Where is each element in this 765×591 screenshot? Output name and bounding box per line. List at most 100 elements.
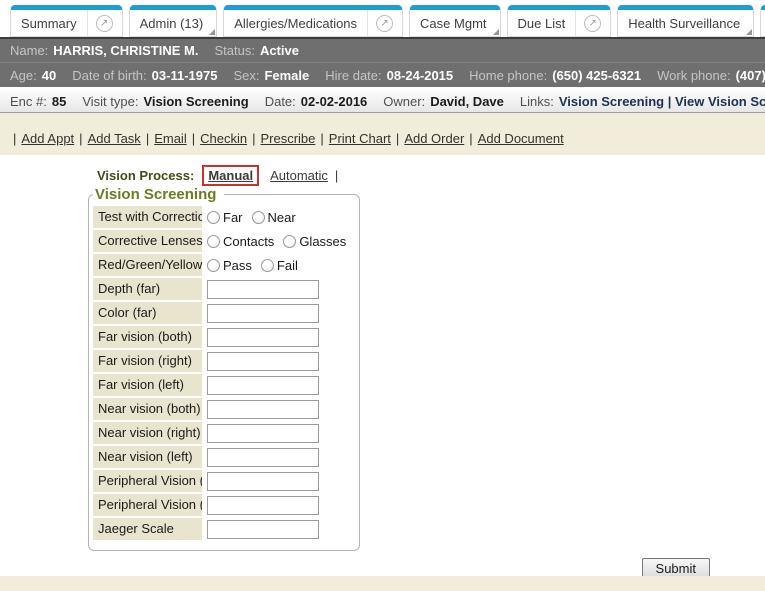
- radio-option[interactable]: Pass: [207, 258, 252, 273]
- radio-label: Pass: [223, 258, 252, 273]
- form-text-input[interactable]: [207, 376, 319, 395]
- field-value[interactable]: Vision Screening | View Vision Screening: [559, 94, 765, 109]
- form-text-input[interactable]: [207, 424, 319, 443]
- vision-screening-legend: Vision Screening: [93, 186, 224, 203]
- field-label: Name:: [10, 43, 48, 58]
- form-row-label: Far vision (left): [93, 374, 202, 396]
- field-value: 08-24-2015: [387, 68, 454, 83]
- action-link[interactable]: Add Document: [478, 131, 564, 146]
- action-link[interactable]: Add Task: [88, 131, 141, 146]
- radio-label: Fail: [277, 258, 298, 273]
- radio-option[interactable]: Far: [207, 210, 243, 225]
- form-text-input[interactable]: [207, 496, 319, 515]
- vision-form-rows: Test with Corrections Far Near Correctiv…: [93, 206, 355, 540]
- field-label: Enc #:: [10, 94, 47, 109]
- field-value: Female: [264, 68, 309, 83]
- form-row-label: Far vision (right): [93, 350, 202, 372]
- form-row: Peripheral Vision (R Degree): [93, 470, 355, 492]
- info-field: Hire date: 08-24-2015: [325, 68, 453, 83]
- tab[interactable]: Work Status ↗: [760, 5, 765, 37]
- vision-screening-fieldset: Vision Screening Test with Corrections F…: [88, 186, 360, 551]
- radio-option[interactable]: Fail: [261, 258, 298, 273]
- form-row: Near vision (right): [93, 422, 355, 444]
- info-field: Home phone: (650) 425-6321: [469, 68, 641, 83]
- vision-process-option[interactable]: Manual: [202, 165, 259, 186]
- form-row-control: [204, 350, 319, 372]
- action-link[interactable]: Prescribe: [260, 131, 315, 146]
- form-text-input[interactable]: [207, 448, 319, 467]
- form-row-control: [204, 278, 319, 300]
- tab-label: Case Mgmt: [420, 16, 490, 31]
- action-link-item: | Add Appt: [8, 131, 74, 146]
- link-separator: |: [252, 131, 255, 146]
- external-link-icon[interactable]: ↗: [87, 10, 113, 36]
- tab-label: Due List: [518, 16, 570, 31]
- radio-button-icon[interactable]: [283, 235, 296, 248]
- form-row-control: [204, 446, 319, 468]
- field-label: Owner:: [383, 94, 425, 109]
- action-link[interactable]: Print Chart: [329, 131, 391, 146]
- radio-button-icon[interactable]: [207, 259, 220, 272]
- form-text-input[interactable]: [207, 400, 319, 419]
- action-link[interactable]: Checkin: [200, 131, 247, 146]
- form-row: Near vision (left): [93, 446, 355, 468]
- tab-label: Admin (13): [140, 16, 208, 31]
- tab[interactable]: Due List ↗: [507, 5, 612, 37]
- form-row-label: Depth (far): [93, 278, 202, 300]
- link-separator: |: [396, 131, 399, 146]
- info-field: Date of birth: 03-11-1975: [72, 68, 217, 83]
- radio-option[interactable]: Glasses: [283, 234, 346, 249]
- form-row: Depth (far): [93, 278, 355, 300]
- form-text-input[interactable]: [207, 352, 319, 371]
- tab-label: Allergies/Medications: [234, 16, 361, 31]
- info-field: Links: Vision Screening | View Vision Sc…: [520, 94, 765, 109]
- external-link-icon[interactable]: ↗: [367, 10, 393, 36]
- form-text-input[interactable]: [207, 280, 319, 299]
- tab[interactable]: Summary ↗: [10, 5, 123, 37]
- field-label: Sex:: [233, 68, 259, 83]
- radio-button-icon[interactable]: [207, 211, 220, 224]
- tab[interactable]: Case Mgmt: [409, 5, 500, 37]
- field-value: HARRIS, CHRISTINE M.: [53, 43, 198, 58]
- form-row-control: [204, 422, 319, 444]
- action-link[interactable]: Add Order: [404, 131, 464, 146]
- radio-label: Far: [223, 210, 243, 225]
- radio-button-icon[interactable]: [207, 235, 220, 248]
- field-label: Work phone:: [657, 68, 730, 83]
- tab[interactable]: Admin (13): [129, 5, 218, 37]
- link-separator: |: [146, 131, 149, 146]
- vision-process-trailing-separator: |: [335, 168, 338, 183]
- form-row-control: [204, 302, 319, 324]
- form-row-label: Far vision (both): [93, 326, 202, 348]
- tab[interactable]: Allergies/Medications ↗: [223, 5, 403, 37]
- vision-process-option[interactable]: Automatic: [270, 168, 328, 183]
- radio-button-icon[interactable]: [252, 211, 265, 224]
- link-separator: |: [13, 131, 16, 146]
- field-value: David, Dave: [430, 94, 504, 109]
- form-row-label: Test with Corrections: [93, 206, 202, 228]
- form-row-label: Color (far): [93, 302, 202, 324]
- external-link-icon[interactable]: ↗: [575, 10, 601, 36]
- field-value: 85: [52, 94, 66, 109]
- form-text-input[interactable]: [207, 472, 319, 491]
- field-value: 02-02-2016: [301, 94, 368, 109]
- form-row: Test with Corrections Far Near: [93, 206, 355, 228]
- action-link[interactable]: Email: [154, 131, 187, 146]
- action-link[interactable]: Add Appt: [21, 131, 74, 146]
- vision-process-row: Vision Process: ManualAutomatic |: [97, 164, 765, 186]
- form-text-input[interactable]: [207, 328, 319, 347]
- tab[interactable]: Health Surveillance: [617, 5, 754, 37]
- action-link-item: |Print Chart: [315, 131, 391, 146]
- radio-button-icon[interactable]: [261, 259, 274, 272]
- form-text-input[interactable]: [207, 304, 319, 323]
- radio-label: Contacts: [223, 234, 274, 249]
- radio-option[interactable]: Near: [252, 210, 296, 225]
- menu-corner-icon: [746, 29, 752, 35]
- action-link-item: |Add Document: [464, 131, 563, 146]
- field-label: Age:: [10, 68, 37, 83]
- radio-label: Glasses: [299, 234, 346, 249]
- submit-button[interactable]: Submit: [642, 558, 710, 576]
- tab-label: Summary: [21, 16, 81, 31]
- form-text-input[interactable]: [207, 520, 319, 539]
- radio-option[interactable]: Contacts: [207, 234, 274, 249]
